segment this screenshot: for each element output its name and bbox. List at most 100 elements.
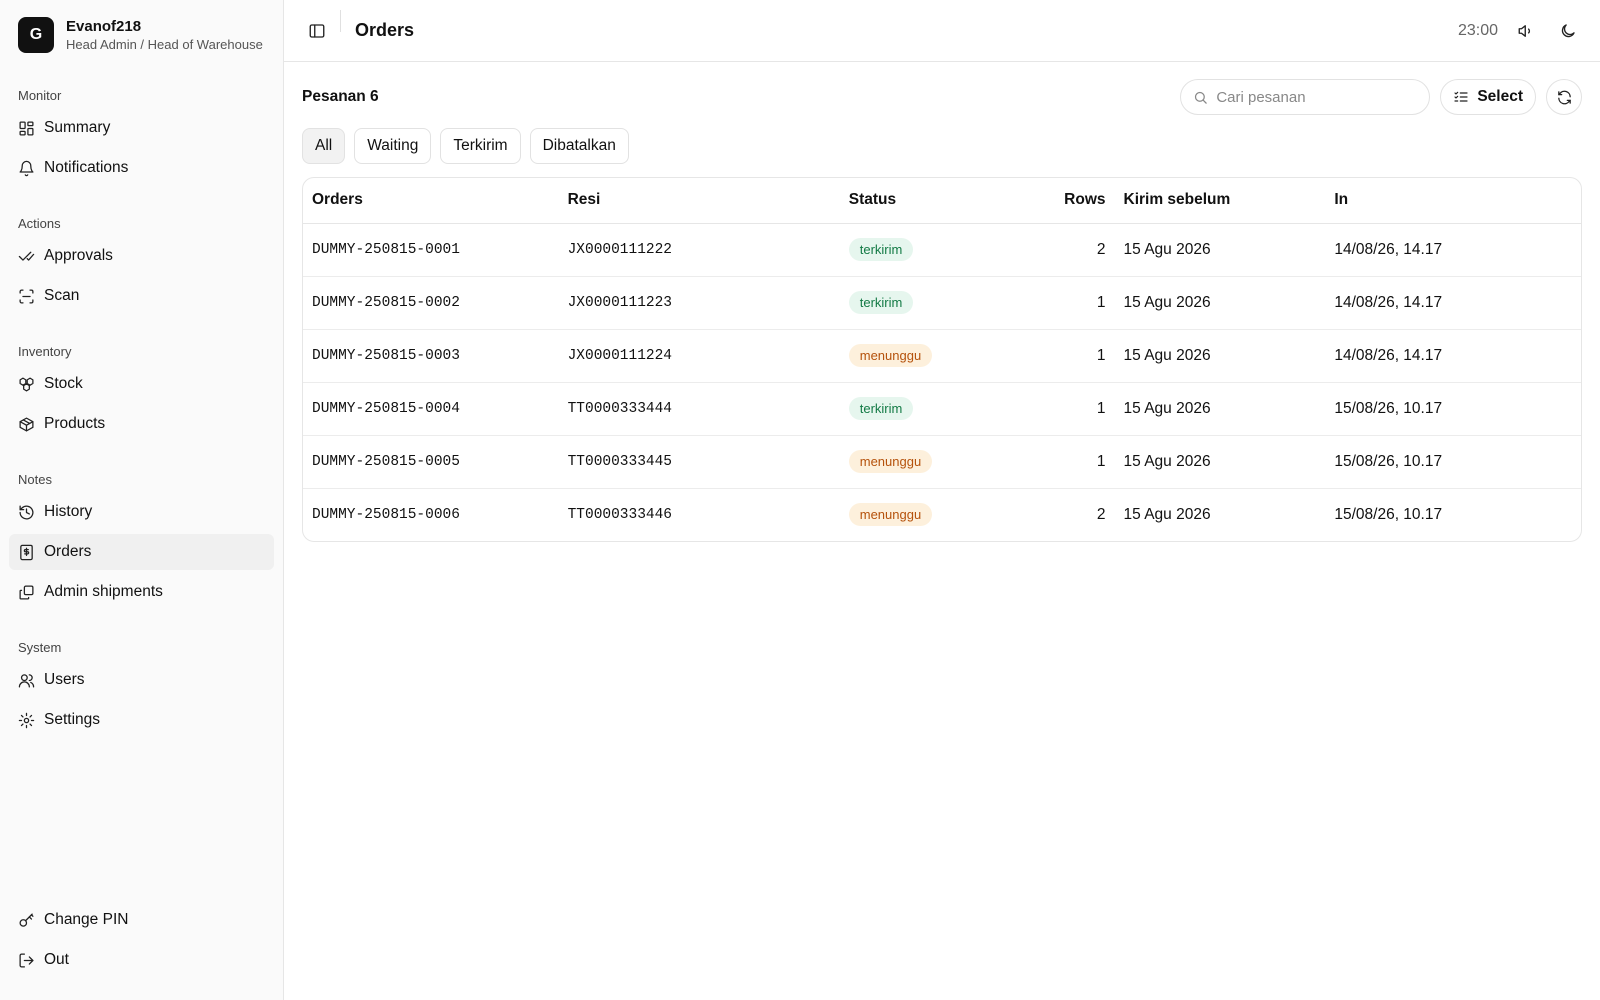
sidebar: G Evanof218 Head Admin / Head of Warehou… (0, 0, 284, 1000)
status-cell: menunggu (839, 329, 1038, 383)
sidebar-group-label: System (18, 639, 62, 655)
user-profile[interactable]: G Evanof218 Head Admin / Head of Warehou… (0, 0, 283, 70)
table-row[interactable]: DUMMY-250815-0006 TT0000333446 menunggu 2 15… (303, 488, 1581, 541)
sidebar-item-out[interactable]: Out (9, 942, 274, 978)
copy-icon (18, 584, 35, 601)
table-header-row: Orders Resi Status Rows Kirim sebelum In (303, 178, 1581, 224)
ship-before-cell: 15 Agu 2026 (1114, 435, 1326, 489)
sidebar-item-history[interactable]: History (9, 494, 274, 530)
resi-cell: TT0000333444 (558, 382, 840, 436)
tab-waiting[interactable]: Waiting (354, 128, 432, 164)
sidebar-item-products[interactable]: Products (9, 406, 274, 442)
column-header[interactable]: Resi (558, 178, 840, 224)
sidebar-item-summary[interactable]: Summary (9, 110, 274, 146)
sidebar-item-users[interactable]: Users (9, 662, 274, 698)
column-header[interactable]: Orders (303, 178, 559, 224)
rows-cell: 1 (1037, 276, 1115, 330)
in-date-cell: 14/08/26, 14.17 (1325, 276, 1581, 330)
ship-before-cell: 15 Agu 2026 (1114, 276, 1326, 330)
sidebar-group-label: Notes (18, 471, 52, 487)
table-row[interactable]: DUMMY-250815-0001 JX0000111222 terkirim 2 15… (303, 223, 1581, 277)
search-input[interactable] (1216, 88, 1407, 106)
ship-before-cell: 15 Agu 2026 (1114, 329, 1326, 383)
rows-cell: 2 (1037, 223, 1115, 277)
in-date-cell: 15/08/26, 10.17 (1325, 382, 1581, 436)
sidebar-item-label: Orders (44, 543, 92, 560)
content: Pesanan 6 Select AllWaitingTerkirimDib (284, 62, 1600, 542)
sidebar-group-label: Actions (18, 215, 61, 231)
status-cell: terkirim (839, 276, 1038, 330)
sidebar-item-orders[interactable]: Orders (9, 534, 274, 570)
sidebar-item-notifications[interactable]: Notifications (9, 150, 274, 186)
top-bar: Orders 23:00 (284, 0, 1600, 62)
app-root: G Evanof218 Head Admin / Head of Warehou… (0, 0, 1600, 1000)
volume-icon (1518, 24, 1531, 37)
sidebar-item-label: Settings (44, 711, 101, 728)
list-checks-icon (1454, 91, 1468, 102)
select-button-label: Select (1477, 88, 1523, 105)
table-row[interactable]: DUMMY-250815-0002 JX0000111223 terkirim 1 15… (303, 276, 1581, 330)
sidebar-item-admin-shipments[interactable]: Admin shipments (9, 574, 274, 610)
refresh-icon (1557, 90, 1571, 104)
order-id-cell: DUMMY-250815-0003 (303, 329, 559, 383)
column-header[interactable]: Rows (1037, 178, 1115, 224)
status-tabs: All Waiting Terkirim Dibatalkan (302, 128, 1582, 164)
sidebar-item-approvals[interactable]: Approvals (9, 238, 274, 274)
orders-table-container: Orders Resi Status Rows Kirim sebelum In DUMM… (302, 177, 1582, 542)
table-row[interactable]: DUMMY-250815-0005 TT0000333445 menunggu 1 15… (303, 435, 1581, 489)
sidebar-item-label: Out (44, 951, 69, 968)
sidebar-item-change-pin[interactable]: Change PIN (9, 902, 274, 938)
receipt-icon (18, 544, 35, 561)
status-badge: terkirim (848, 397, 914, 420)
sidebar-item-label: Notifications (44, 159, 129, 176)
tab-dibatalkan[interactable]: Dibatalkan (529, 128, 629, 164)
column-header[interactable]: Kirim sebelum (1114, 178, 1326, 224)
order-id-cell: DUMMY-250815-0001 (303, 223, 559, 277)
order-id-cell: DUMMY-250815-0002 (303, 276, 559, 330)
top-right-controls: 23:00 (1458, 17, 1582, 45)
table-row[interactable]: DUMMY-250815-0003 JX0000111224 menunggu 1 15… (303, 329, 1581, 383)
refresh-button[interactable] (1546, 79, 1582, 115)
panel-left-icon (309, 23, 325, 38)
sidebar-toggle-button[interactable] (302, 16, 332, 46)
page-title: Orders (355, 20, 415, 40)
status-badge: terkirim (848, 291, 914, 314)
orders-header: Pesanan 6 Select (302, 78, 1582, 116)
in-date-cell: 14/08/26, 14.17 (1325, 329, 1581, 383)
column-header[interactable]: Status (839, 178, 1038, 224)
orders-count: Pesanan 6 (302, 88, 379, 105)
tab-terkirim[interactable]: Terkirim (440, 128, 521, 164)
select-button[interactable]: Select (1440, 79, 1536, 115)
resi-cell: JX0000111224 (558, 329, 840, 383)
log-out-icon (18, 952, 35, 969)
theme-toggle-button[interactable] (1554, 17, 1582, 45)
column-header[interactable]: In (1325, 178, 1581, 224)
rows-cell: 2 (1096, 505, 1106, 523)
rows-cell: 1 (1037, 435, 1115, 489)
scan-icon (18, 288, 35, 305)
status-cell: menunggu (840, 488, 1038, 541)
table-row[interactable]: DUMMY-250815-0004 TT0000333444 terkirim 1 15… (303, 382, 1581, 436)
users-icon (18, 672, 35, 689)
tab-all[interactable]: All (302, 128, 346, 164)
avatar: G (18, 17, 54, 53)
ship-before-cell: 15 Agu 2026 (1123, 505, 1211, 523)
in-date-cell: 15/08/26, 10.17 (1325, 435, 1581, 489)
sidebar-item-stock[interactable]: Stock (9, 366, 274, 402)
sidebar-item-label: Summary (44, 119, 111, 136)
sound-toggle-button[interactable] (1512, 17, 1540, 45)
order-id-cell: DUMMY-250815-0006 (312, 506, 460, 523)
sidebar-item-scan[interactable]: Scan (9, 278, 274, 314)
order-id-cell: DUMMY-250815-0005 (303, 435, 559, 489)
resi-cell: TT0000333446 (567, 506, 673, 523)
package-icon (18, 416, 35, 433)
sidebar-item-settings[interactable]: Settings (9, 702, 274, 738)
ship-before-cell: 15 Agu 2026 (1114, 223, 1326, 277)
status-cell: terkirim (839, 382, 1038, 436)
orders-actions: Select (1180, 79, 1582, 115)
status-cell: menunggu (839, 435, 1038, 489)
